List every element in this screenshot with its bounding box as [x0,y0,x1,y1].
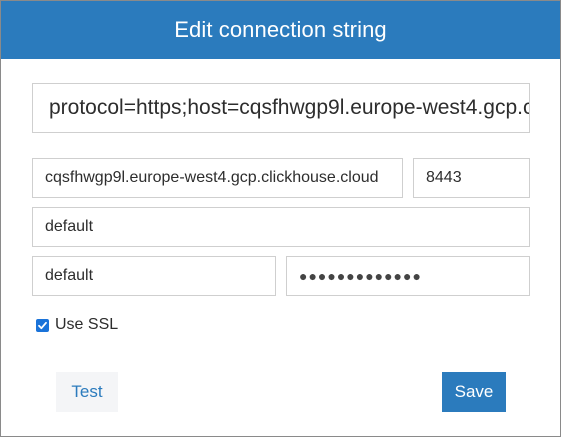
edit-connection-dialog: Edit connection string protocol=https;ho… [0,0,561,437]
port-value: 8443 [426,169,462,186]
use-ssl-option: Use SSL [36,316,118,334]
username-value: default [45,267,94,284]
database-input[interactable]: default [32,207,530,247]
use-ssl-label[interactable]: Use SSL [55,316,118,334]
connection-string-input[interactable]: protocol=https;host=cqsfhwgp9l.europe-we… [32,83,530,133]
test-button[interactable]: Test [56,372,118,412]
password-input[interactable]: ●●●●●●●●●●●●● [286,256,530,296]
password-value: ●●●●●●●●●●●●● [299,268,422,284]
dialog-title: Edit connection string [174,17,387,42]
save-button[interactable]: Save [442,372,506,412]
database-value: default [45,218,94,235]
dialog-header: Edit connection string [1,1,560,59]
checkmark-icon [38,321,47,329]
username-input[interactable]: default [32,256,276,296]
host-input[interactable]: cqsfhwgp9l.europe-west4.gcp.clickhouse.c… [32,158,403,198]
port-input[interactable]: 8443 [413,158,530,198]
host-value: cqsfhwgp9l.europe-west4.gcp.clickhouse.c… [45,169,379,186]
connection-string-value: protocol=https;host=cqsfhwgp9l.europe-we… [49,96,529,119]
use-ssl-checkbox[interactable] [36,318,49,332]
